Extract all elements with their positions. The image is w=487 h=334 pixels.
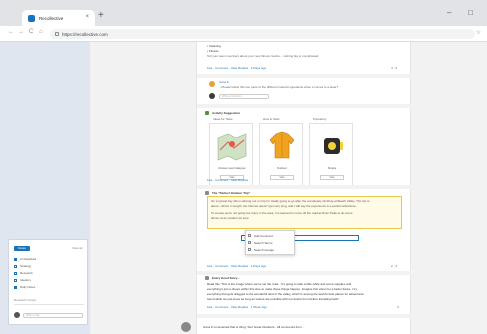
google-icon [248,248,251,251]
avatar [14,312,20,318]
notes-chip[interactable]: Notes [14,246,30,251]
section-divider [197,314,412,318]
column-label: Popularity [313,117,327,121]
view-all-link[interactable]: View all [72,246,82,250]
comment-input[interactable]: Write a comment... [219,94,269,99]
checkbox-icon[interactable] [14,286,17,289]
response-line: To ensure we're not going too crazy in t… [211,211,353,215]
checkbox-icon[interactable] [14,265,17,268]
address-bar[interactable]: https://recollective.com [50,29,475,39]
response-line: about ~40 km in length, the internet doe… [211,204,359,208]
intro-line: Tell your team members about your new fi… [207,54,320,58]
search-icon [248,241,251,244]
comment-author[interactable]: Anna K [219,80,229,84]
post-title: The "Perfect Outdoor Trip" [212,191,251,195]
post-counts: 4 ◦ 3 [391,66,398,70]
section-divider [197,271,412,275]
gadget-image [324,138,343,154]
vote-button[interactable]: Vote [270,175,294,180]
new-tab-button[interactable]: + [98,11,104,21]
post-counts: 2 ◦ 4 [391,264,398,268]
suggestion-card[interactable]: Outdoor Vote [259,123,303,187]
post-title: Every Good Story... [212,276,240,280]
map-image [217,133,247,161]
note-input[interactable]: Write a note... [23,313,83,318]
comment-text: ...Please follow this two parts of the d… [219,85,339,89]
section-divider [197,74,412,78]
menu-item-label: Search Terms [254,241,273,245]
notes-panel: Notes View all Unclassified Strategy Res… [8,239,88,325]
tab-title: Recollective [39,15,64,21]
highlighted-response[interactable]: On a typical day when starting out on tr… [207,196,402,229]
tab-strip: Recollective × + – □ [0,0,487,26]
close-tab-icon[interactable]: × [85,14,89,20]
story-line: found while we just know as long as stor… [207,297,339,301]
story-line: Read this: This is the image where we've… [207,282,352,286]
minimize-button[interactable]: – [447,8,451,17]
context-menu: Add Comment Search Terms Search Google [245,230,295,255]
vote-button[interactable]: Vote [320,175,344,180]
response-line: On a typical day when starting out on tr… [211,199,370,203]
bookmark-star-icon[interactable]: ☆ [476,29,481,36]
card-label: Outdoor [276,166,288,170]
browser-tab[interactable]: Recollective × [22,10,95,26]
response-line: dinner at an outdoor pit stop. [211,216,250,220]
post-icon [205,191,209,195]
story-line: everything that gets dragged to the wond… [207,292,364,296]
menu-item-label: Add Comment [254,234,274,238]
forward-icon[interactable]: → [18,29,24,35]
activity-summary: Anna K commented that is thing. Tour Gre… [203,325,305,329]
suggestion-card[interactable]: Simple Vote [309,123,353,187]
avatar [209,81,215,87]
card-label: Simple [327,166,337,170]
sidebar-item[interactable]: Daily Notes [20,285,35,289]
post-actions[interactable]: Like · Comment · View Replies · 2 Days A… [207,264,266,268]
sidebar-item[interactable]: Unclassified [20,257,36,261]
reload-icon[interactable]: C [29,29,33,35]
url-text: https://recollective.com [62,31,108,37]
maximize-button[interactable]: □ [468,8,473,17]
post-counts: 3 [397,305,399,309]
intro-line: • Fitness [207,49,219,53]
left-sidebar: Notes View all Unclassified Strategy Res… [0,42,90,334]
story-line: everything's just a dream within this ti… [207,287,357,291]
avatar [209,93,215,99]
post-actions[interactable]: Like · Comment · View Replies · 1 Week A… [207,305,267,309]
checkbox-icon[interactable] [14,279,17,282]
activity-title: Activity Suggestion [212,111,241,115]
sidebar-item[interactable]: Research [20,271,33,275]
column-label: How to Start [263,117,280,121]
back-icon[interactable]: ← [8,29,14,35]
divider [14,304,84,305]
menu-item-label: Search Google [254,248,275,252]
comment-icon [248,234,251,237]
checkbox-icon[interactable] [14,272,17,275]
section-divider [197,104,412,108]
group-label: Research Group [14,298,37,302]
browser-toolbar: ← → C ⌂ https://recollective.com ☆ [0,26,487,42]
intro-line: • Cleaning [207,44,221,48]
lock-icon [55,32,59,36]
section-divider [197,185,412,189]
post-actions[interactable]: Like · Comment · View Replies · 3 Days A… [207,66,266,70]
post-icon [205,276,209,280]
activity-feed: • Cleaning • Fitness Tell your team memb… [181,42,412,334]
menu-item-add-comment[interactable]: Add Comment [248,234,274,238]
favicon-icon [28,14,35,22]
menu-item-search-google[interactable]: Search Google [248,248,275,252]
post-actions[interactable]: Like · Comment · View Replies [207,178,248,182]
card-label: Routes near Glasgow [218,166,246,170]
sidebar-item[interactable]: Strategy [20,264,31,268]
menu-item-search-terms[interactable]: Search Terms [248,241,273,245]
column-label: Ideas for Taste [213,117,233,121]
activity-icon [205,111,209,115]
checkbox-icon[interactable] [14,258,17,261]
jacket-image [269,131,295,159]
sidebar-item[interactable]: Ideation [20,278,31,282]
home-icon[interactable]: ⌂ [39,29,43,35]
avatar [181,322,191,332]
